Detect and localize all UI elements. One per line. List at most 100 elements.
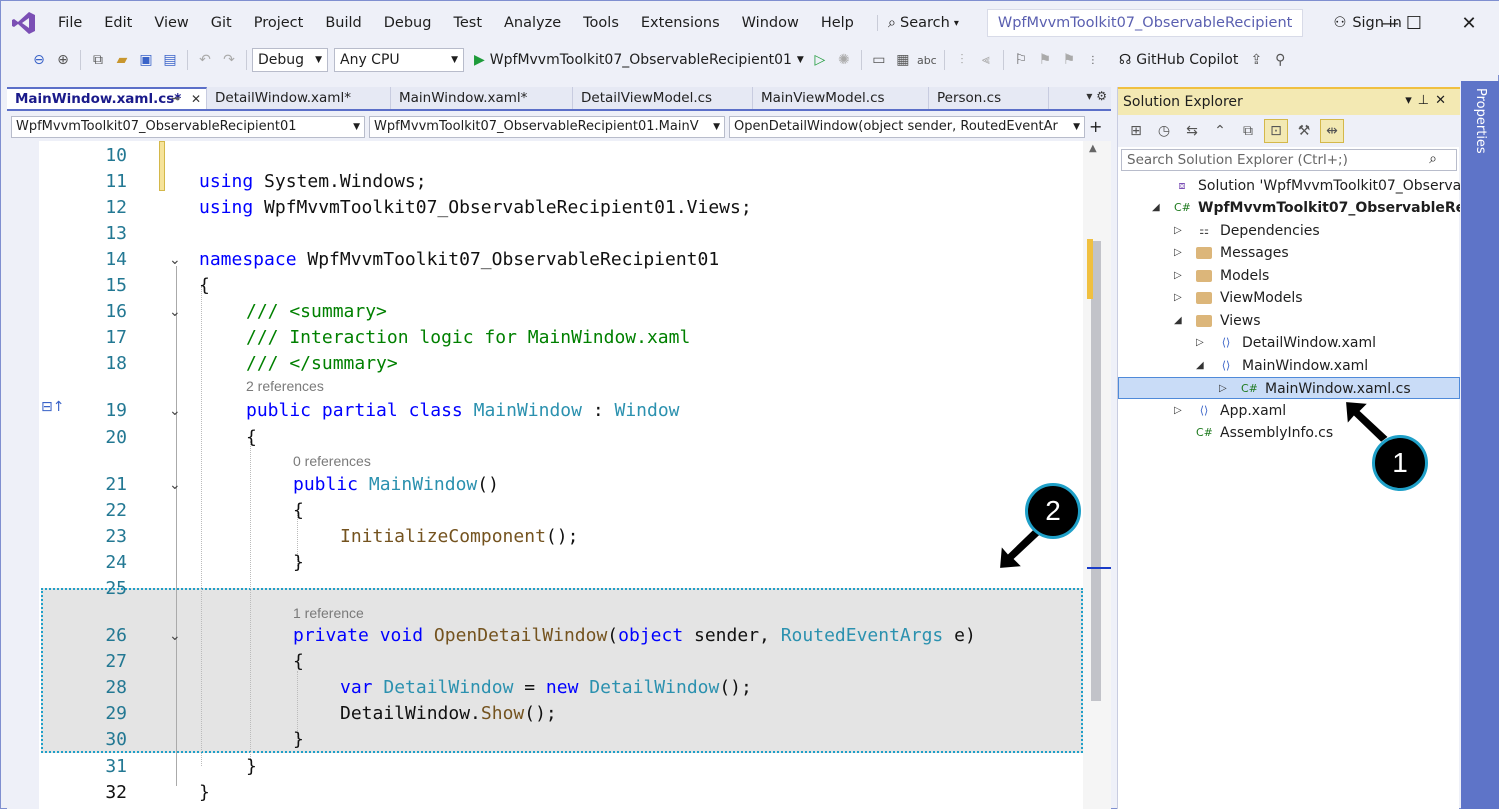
close-icon[interactable]: ✕ (191, 89, 201, 109)
hot-reload-icon[interactable]: ✺ (832, 48, 856, 72)
switch-views-icon[interactable]: ⊞ (1124, 119, 1148, 143)
menu-analyze[interactable]: Analyze (493, 1, 572, 45)
menu-test[interactable]: Test (442, 1, 493, 45)
implementation-glyph-icon[interactable]: ⊟↑ (41, 399, 64, 415)
navigate-back-icon[interactable]: ⊖ (27, 48, 51, 72)
collapse-all-icon[interactable]: ⌃ (1208, 119, 1232, 143)
bookmark-prev-icon[interactable]: ⚑ (1033, 48, 1057, 72)
scroll-thumb[interactable] (1091, 241, 1101, 701)
code-line[interactable]: 14 ⌄ namespace WpfMvvmToolkit07_Observable… (39, 247, 1083, 273)
menu-edit[interactable]: Edit (93, 1, 143, 45)
start-debugging-button[interactable]: ▶ WpfMvvmToolkit07_ObservableRecipient01… (470, 52, 808, 68)
sync-icon[interactable]: ⇆ (1180, 119, 1204, 143)
split-editor-icon[interactable]: + (1089, 117, 1102, 136)
tree-item[interactable]: ▷ C# MainWindow.xaml.cs (1118, 377, 1460, 399)
code-line[interactable]: 20 { (39, 425, 1083, 451)
menu-debug[interactable]: Debug (373, 1, 443, 45)
expand-arrow-icon[interactable]: ▷ (1174, 287, 1182, 309)
collapse-arrow-icon[interactable]: ◢ (1174, 310, 1182, 332)
code-line[interactable]: 28 var DetailWindow = new DetailWindow(); (39, 675, 1083, 701)
vertical-scrollbar[interactable]: ▲ (1083, 141, 1111, 809)
maximize-button[interactable]: ☐ (1391, 1, 1437, 45)
expand-arrow-icon[interactable]: ▷ (1174, 400, 1182, 422)
expand-arrow-icon[interactable]: ▷ (1174, 242, 1182, 264)
solution-search-input[interactable]: Search Solution Explorer (Ctrl+;) (1121, 149, 1457, 171)
save-all-icon[interactable]: ▤ (158, 48, 182, 72)
gear-icon[interactable]: ⚙ (1096, 89, 1107, 103)
menu-project[interactable]: Project (243, 1, 315, 45)
uncomment-icon[interactable]: ⫷ (974, 48, 998, 72)
collapse-arrow-icon[interactable]: ◢ (1196, 355, 1204, 377)
track-active-icon[interactable]: ⇹ (1320, 119, 1344, 143)
fold-toggle-icon[interactable]: ⌄ (169, 247, 181, 273)
fold-toggle-icon[interactable]: ⌄ (169, 299, 181, 325)
solution-configuration-dropdown[interactable]: Debug ▼ (252, 48, 328, 72)
code-line[interactable]: 19 ⌄ public partial class MainWindow : Win… (39, 398, 1083, 424)
pin-icon[interactable]: ⊸ (171, 89, 180, 109)
bookmark-icon[interactable]: ⚐ (1009, 48, 1033, 72)
tab-detailwindow-xaml[interactable]: DetailWindow.xaml* (207, 87, 391, 109)
dropdown-icon[interactable]: ▾ (1405, 93, 1418, 108)
code-line[interactable]: 16 ⌄ /// <summary> (39, 299, 1083, 325)
code-line[interactable]: 24} (39, 550, 1083, 576)
spell-check-icon[interactable]: abc (915, 48, 939, 72)
code-lens-references[interactable]: 1 reference (293, 604, 364, 622)
member-dropdown[interactable]: OpenDetailWindow(object sender, RoutedEv… (729, 115, 1085, 138)
new-project-icon[interactable]: ⧉ (86, 48, 110, 72)
browse-icon[interactable]: ▭ (867, 48, 891, 72)
tree-item[interactable]: ⧈ Solution 'WpfMvvmToolkit07_ObservableRe… (1118, 175, 1461, 197)
collapse-arrow-icon[interactable]: ◢ (1152, 197, 1160, 219)
tab-mainviewmodel-cs[interactable]: MainViewModel.cs (753, 87, 929, 109)
code-line[interactable]: 30} (39, 727, 1083, 753)
start-without-debugging-icon[interactable]: ▷ (808, 48, 832, 72)
scroll-up-arrow[interactable]: ▲ (1089, 143, 1097, 154)
code-editor[interactable]: 10 11 using System.Windows; 12 using WpfMvvm… (7, 141, 1111, 809)
solution-platform-dropdown[interactable]: Any CPU ▼ (334, 48, 464, 72)
expand-arrow-icon[interactable]: ▷ (1196, 332, 1204, 354)
search-button[interactable]: ⌕ Search ▾ (876, 15, 969, 31)
menu-view[interactable]: View (143, 1, 199, 45)
properties-icon[interactable]: ⚒ (1292, 119, 1316, 143)
code-line[interactable]: 17 /// Interaction logic for MainWindow.x… (39, 325, 1083, 351)
menu-file[interactable]: File (47, 1, 93, 45)
code-lens-references[interactable]: 2 references (246, 377, 324, 395)
navigate-forward-icon[interactable]: ⊕ (51, 48, 75, 72)
tab-overflow-controls[interactable]: ▾ ⚙ (1086, 89, 1107, 103)
toolbar-overflow-icon[interactable]: ⋮ (1081, 48, 1105, 72)
tab-dropdown-icon[interactable]: ▾ (1086, 89, 1092, 103)
tree-item[interactable]: ▷ ⟨⟩ DetailWindow.xaml (1118, 332, 1460, 354)
code-line[interactable]: 32} (39, 780, 1083, 806)
code-line[interactable]: 26 ⌄ private void OpenDetailWindow(object … (39, 623, 1083, 649)
menu-build[interactable]: Build (314, 1, 372, 45)
undo-icon[interactable]: ↶ (193, 48, 217, 72)
tree-item[interactable]: ▷ ViewModels (1118, 287, 1460, 309)
tree-item[interactable]: ▷ Models (1118, 265, 1460, 287)
code-line[interactable]: 12 using WpfMvvmToolkit07_ObservableRecip… (39, 195, 1083, 221)
code-line[interactable]: 18 /// </summary> (39, 351, 1083, 377)
code-line[interactable]: 11 using System.Windows; (39, 169, 1083, 195)
menu-help[interactable]: Help (810, 1, 865, 45)
code-line[interactable]: 22 { (39, 498, 1083, 524)
code-line[interactable]: 21 ⌄ public MainWindow() (39, 472, 1083, 498)
tree-item[interactable]: ◢ C# WpfMvvmToolkit07_ObservableRecipient0 (1118, 197, 1460, 219)
code-line[interactable]: 27 { (39, 649, 1083, 675)
bookmark-next-icon[interactable]: ⚑ (1057, 48, 1081, 72)
close-icon[interactable]: ✕ (1435, 93, 1452, 108)
panel-window-controls[interactable]: ▾⊥✕ (1405, 93, 1452, 108)
pending-changes-icon[interactable]: ◷ (1152, 119, 1176, 143)
visual-studio-logo-icon[interactable] (1, 1, 47, 45)
menu-git[interactable]: Git (200, 1, 243, 45)
tree-item[interactable]: ◢ ⟨⟩ MainWindow.xaml (1118, 355, 1460, 377)
properties-side-tab[interactable]: Properties (1461, 81, 1499, 809)
type-dropdown[interactable]: WpfMvvmToolkit07_ObservableRecipient01.M… (369, 115, 725, 138)
comment-icon[interactable]: ⫶ (950, 48, 974, 72)
expand-arrow-icon[interactable]: ▷ (1219, 378, 1227, 398)
open-folder-icon[interactable]: ▰ (110, 48, 134, 72)
menu-extensions[interactable]: Extensions (630, 1, 731, 45)
code-line[interactable]: 31} (39, 754, 1083, 780)
menu-window[interactable]: Window (731, 1, 810, 45)
code-line[interactable]: 23 InitializeComponent(); (39, 524, 1083, 550)
tab-detailviewmodel-cs[interactable]: DetailViewModel.cs (573, 87, 753, 109)
expand-arrow-icon[interactable]: ▷ (1174, 265, 1182, 287)
close-button[interactable]: ✕ (1446, 1, 1492, 45)
